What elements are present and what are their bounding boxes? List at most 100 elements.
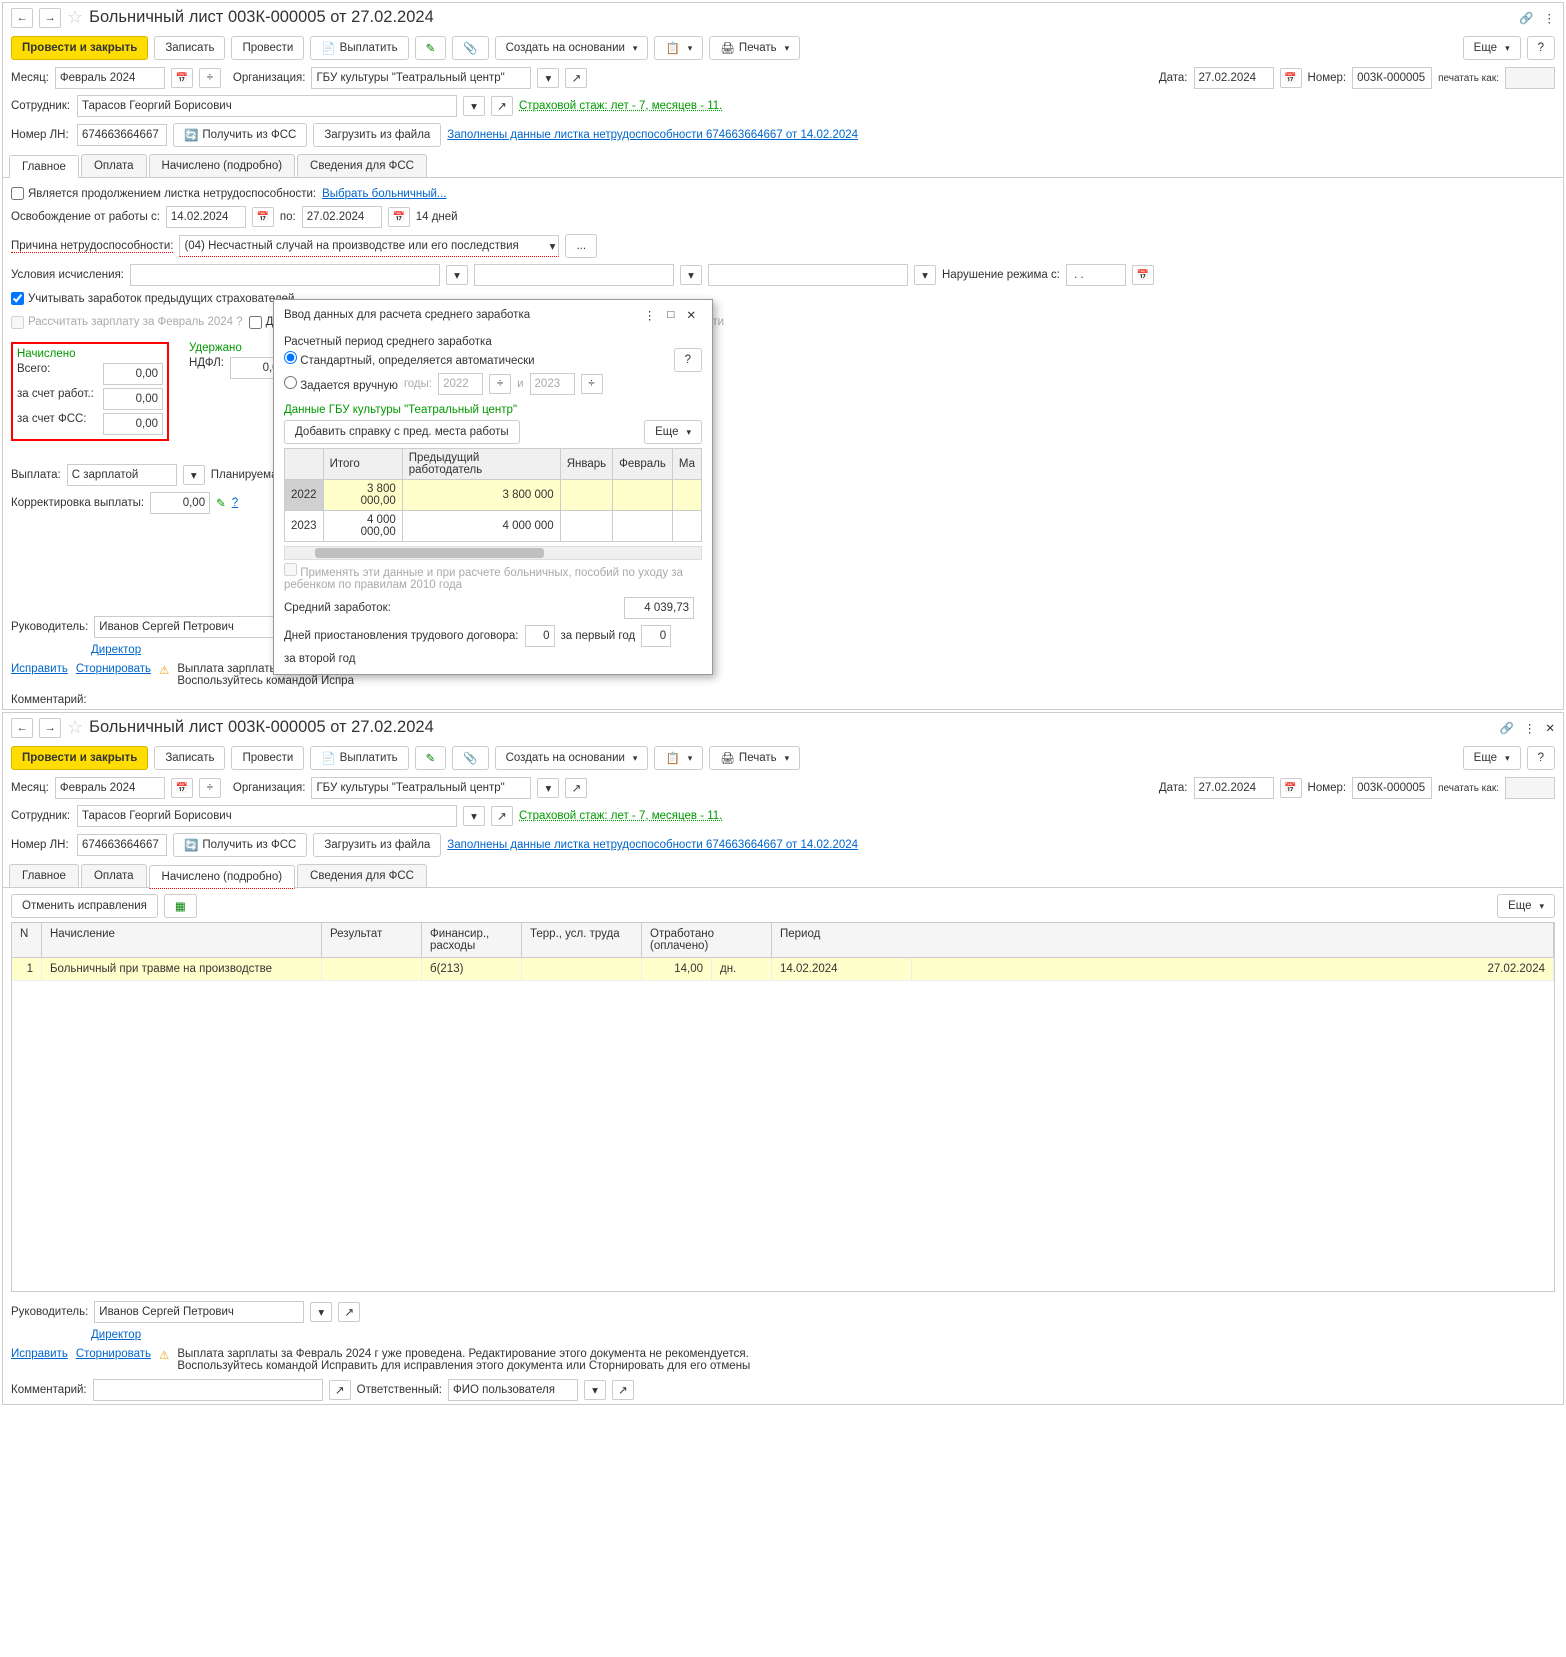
accrual-grid[interactable]: N Начисление Результат Финансир., расход… [11,922,1555,1292]
date-input[interactable] [1194,777,1274,799]
tab-fss[interactable]: Сведения для ФСС [297,154,427,177]
position-link[interactable]: Директор [91,644,141,656]
link-icon[interactable]: 🔗 [1500,721,1514,735]
print-button[interactable]: 🖨 Печать [709,746,800,770]
payout-drop[interactable]: ▾ [183,465,205,485]
create-based-button[interactable]: Создать на основании [495,36,649,60]
release-to-input[interactable] [302,206,382,228]
num-input[interactable] [1352,67,1432,89]
tab-fss[interactable]: Сведения для ФСС [297,864,427,887]
help-button[interactable]: ? [1527,746,1555,770]
cancel-fix-button[interactable]: Отменить исправления [11,894,158,918]
susp1-input[interactable] [525,625,555,647]
close-icon[interactable]: ✕ [1545,721,1555,735]
resp-input[interactable] [448,1379,578,1401]
cond1-drop[interactable]: ▾ [446,265,468,285]
release-from-input[interactable] [166,206,246,228]
pay-button[interactable]: 📄 Выплатить [310,746,408,770]
num-input[interactable] [1352,777,1432,799]
comment-input[interactable] [93,1379,323,1401]
reason-input[interactable] [179,235,559,257]
payout-input[interactable] [67,464,177,486]
rel-from-cal[interactable] [252,207,274,227]
nav-back[interactable]: ← [11,8,33,28]
fix-link[interactable]: Исправить [11,663,68,675]
consider-checkbox[interactable]: Учитывать заработок предыдущих страховат… [11,292,294,305]
violation-input[interactable] [1066,264,1126,286]
post-close-button[interactable]: Провести и закрыть [11,36,148,60]
org-open-icon[interactable]: ↗ [565,68,587,88]
org-input[interactable] [311,67,531,89]
month-cal-icon[interactable] [171,68,193,88]
h-scrollbar[interactable] [284,546,702,560]
more-button[interactable]: Еще [1463,36,1521,60]
post-button[interactable]: Провести [231,746,304,770]
post-button[interactable]: Провести [231,36,304,60]
head-open[interactable]: ↗ [338,1302,360,1322]
write-button[interactable]: Записать [154,746,225,770]
emp-input[interactable] [77,805,457,827]
post-close-button[interactable]: Провести и закрыть [11,746,148,770]
emp-drop-icon[interactable]: ▾ [463,806,485,826]
write-button[interactable]: Записать [154,36,225,60]
popup-more-icon[interactable]: ⋮ [644,308,656,322]
help-button[interactable]: ? [1527,36,1555,60]
corr-help[interactable]: ? [232,497,238,509]
draw-button[interactable]: ✎ [415,36,447,60]
comment-open[interactable]: ↗ [329,1380,351,1400]
cond3-input[interactable] [708,264,908,286]
yellow-action-button[interactable]: 📋 [654,36,703,60]
tab-accrued[interactable]: Начислено (подробно) [149,865,296,889]
fill-data-link[interactable]: Заполнены данные листка нетрудоспособнос… [447,129,858,141]
popup-help-button[interactable]: ? [674,348,702,372]
ln-input[interactable] [77,124,167,146]
paid-input[interactable] [1505,67,1555,89]
rel-to-cal[interactable] [388,207,410,227]
star-icon[interactable]: ☆ [67,717,83,738]
tab-payment[interactable]: Оплата [81,864,147,887]
reason-ext-button[interactable]: ... [565,234,597,258]
nav-fwd[interactable]: → [39,8,61,28]
ln-input[interactable] [77,834,167,856]
date-cal-icon[interactable] [1280,778,1302,798]
create-based-button[interactable]: Создать на основании [495,746,649,770]
storno-link[interactable]: Сторнировать [76,663,151,675]
org-open-icon[interactable]: ↗ [565,778,587,798]
month-cal-icon[interactable] [171,778,193,798]
yellow-action-button[interactable]: 📋 [654,746,703,770]
nav-fwd[interactable]: → [39,718,61,738]
tab-payment[interactable]: Оплата [81,154,147,177]
more-icon[interactable]: ⋮ [1544,11,1556,25]
paid-input[interactable] [1505,777,1555,799]
stazh-link[interactable]: Страховой стаж: лет - 7, месяцев - 11. [519,810,722,822]
attach-button[interactable]: 📎 [452,36,488,60]
get-fss-button[interactable]: 🔄 Получить из ФСС [173,123,307,147]
radio-manual[interactable]: Задается вручную [284,376,398,392]
month-input[interactable] [55,67,165,89]
attach-button[interactable]: 📎 [452,746,488,770]
fix-link[interactable]: Исправить [11,1348,68,1360]
byfss-input[interactable] [103,413,163,435]
pick-bl-link[interactable]: Выбрать больничный... [322,188,446,200]
date-input[interactable] [1194,67,1274,89]
more-icon[interactable]: ⋮ [1524,721,1536,735]
earn-table[interactable]: ИтогоПредыдущий работодательЯнварьФеврал… [284,448,702,542]
resp-open[interactable]: ↗ [612,1380,634,1400]
cond2-input[interactable] [474,264,674,286]
org-drop-icon[interactable]: ▾ [537,778,559,798]
nav-back[interactable]: ← [11,718,33,738]
byemp-input[interactable] [103,388,163,410]
emp-input[interactable] [77,95,457,117]
print-button[interactable]: 🖨 Печать [709,36,800,60]
fill-data-link[interactable]: Заполнены данные листка нетрудоспособнос… [447,839,858,851]
cond1-input[interactable] [130,264,440,286]
grid-more-button[interactable]: Еще [1497,894,1555,918]
get-fss-button[interactable]: 🔄 Получить из ФСС [173,833,307,857]
cond3-drop[interactable]: ▾ [914,265,936,285]
head-input[interactable] [94,1301,304,1323]
position-link[interactable]: Директор [91,1329,141,1341]
resp-drop[interactable]: ▾ [584,1380,606,1400]
corr-pencil-icon[interactable]: ✎ [216,496,226,510]
stazh-link[interactable]: Страховой стаж: лет - 7, месяцев - 11. [519,100,722,112]
month-input[interactable] [55,777,165,799]
